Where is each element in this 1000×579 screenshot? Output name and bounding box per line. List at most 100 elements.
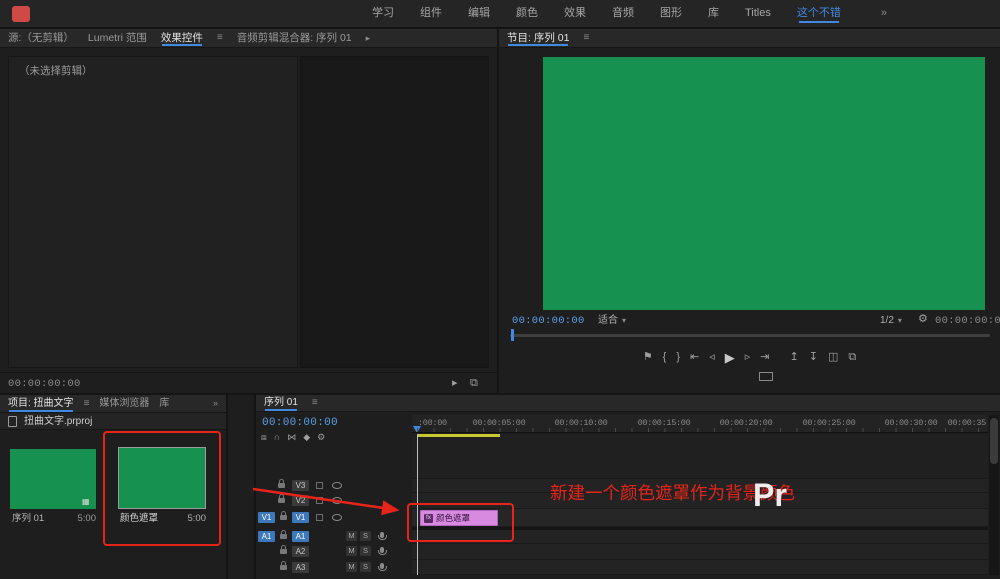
track-output-eye-icon[interactable] bbox=[332, 497, 342, 504]
project-item-sequence[interactable]: ▦ 序列 01 5:00 bbox=[10, 449, 96, 525]
export-frame-button[interactable]: ◫ bbox=[828, 351, 838, 364]
play-button[interactable]: ▶ bbox=[725, 350, 735, 366]
panel-menu-icon[interactable]: ≡ bbox=[583, 32, 589, 44]
step-back-button[interactable]: ◃ bbox=[709, 351, 715, 364]
source-patch-badge[interactable]: A1 bbox=[258, 531, 275, 542]
track-target-badge[interactable]: A3 bbox=[292, 562, 309, 573]
tab-project[interactable]: 项目: 扭曲文字 bbox=[8, 398, 74, 410]
workspace-tab[interactable]: 编辑 bbox=[468, 7, 490, 20]
track-target-badge[interactable]: A2 bbox=[292, 546, 309, 557]
go-to-out-button[interactable]: ⇥ bbox=[760, 351, 769, 364]
compare-view-icon[interactable]: ⧉ bbox=[470, 377, 478, 390]
transport-controls: ⚑ { } ⇤ ◃ ▶ ▹ ⇥ ↥ ↧ ◫ ⧉ bbox=[499, 347, 1000, 369]
playhead-caret-icon[interactable] bbox=[413, 426, 421, 433]
tab-sequence[interactable]: 序列 01 bbox=[264, 397, 298, 409]
timeline-scrollbar[interactable] bbox=[989, 415, 999, 575]
nest-toggle-icon[interactable]: ⧈ bbox=[261, 432, 267, 443]
lock-icon[interactable] bbox=[280, 549, 287, 554]
lift-button[interactable]: ↥ bbox=[790, 351, 799, 364]
add-marker-button[interactable]: ⚑ bbox=[643, 351, 653, 364]
mark-in-button[interactable]: { bbox=[663, 351, 667, 364]
monitor-settings-icon[interactable]: ⚙ bbox=[918, 313, 928, 326]
source-patch-badge[interactable]: V1 bbox=[258, 512, 275, 523]
program-current-timecode[interactable]: 00:00:00:00 bbox=[512, 315, 585, 328]
tools-panel: ➤ ⇥ ⇤ ✂ ↔ ✒ ✥ T bbox=[228, 395, 254, 579]
mute-button[interactable]: M bbox=[346, 562, 357, 572]
workspace-tab[interactable]: 效果 bbox=[564, 7, 586, 20]
go-to-in-button[interactable]: ⇤ bbox=[690, 351, 699, 364]
solo-button[interactable]: S bbox=[360, 531, 371, 541]
snap-magnet-icon[interactable]: ∩ bbox=[274, 432, 280, 443]
sync-lock-icon[interactable] bbox=[316, 482, 323, 489]
track-target-badge[interactable]: V1 bbox=[292, 512, 309, 523]
track-output-eye-icon[interactable] bbox=[332, 482, 342, 489]
mute-button[interactable]: M bbox=[346, 531, 357, 541]
panel-menu-icon[interactable]: ≡ bbox=[217, 32, 223, 44]
sync-lock-icon[interactable] bbox=[316, 497, 323, 504]
play-only-icon[interactable]: ▸ bbox=[452, 377, 458, 390]
add-marker-icon[interactable]: ◆ bbox=[303, 432, 310, 443]
panel-menu-icon[interactable]: ≡ bbox=[312, 397, 318, 409]
button-editor-grip-icon[interactable] bbox=[759, 372, 773, 381]
sync-lock-icon[interactable] bbox=[316, 514, 323, 521]
program-scrubber-bar[interactable] bbox=[510, 334, 990, 337]
lock-icon[interactable] bbox=[280, 565, 287, 570]
workspace-tab-active[interactable]: 这个不错 bbox=[797, 7, 841, 20]
track-target-badge[interactable]: A1 bbox=[292, 531, 309, 542]
solo-button[interactable]: S bbox=[360, 562, 371, 572]
workspace-tab[interactable]: 组件 bbox=[420, 7, 442, 20]
mic-record-icon[interactable] bbox=[380, 563, 384, 569]
track-lane-a3[interactable] bbox=[412, 560, 988, 575]
timeline-current-timecode[interactable]: 00:00:00:00 bbox=[262, 417, 338, 430]
panel-menu-icon[interactable]: ≡ bbox=[84, 398, 90, 410]
workspace-tab[interactable]: 库 bbox=[708, 7, 719, 20]
playback-resolution-dropdown[interactable]: 1/2 ▾ bbox=[880, 315, 902, 327]
lock-icon[interactable] bbox=[278, 498, 285, 503]
comparison-view-button[interactable]: ⧉ bbox=[848, 351, 856, 364]
project-bin-row[interactable]: 扭曲文字.prproj bbox=[0, 413, 226, 430]
program-monitor-panel: 节目: 序列 01 ≡ 00:00:00:00 适合 ▾ 1/2 ▾ ⚙ 00:… bbox=[499, 29, 1000, 393]
program-scrubber-playhead[interactable] bbox=[511, 329, 514, 341]
lock-icon[interactable] bbox=[280, 515, 287, 520]
mute-button[interactable]: M bbox=[346, 546, 357, 556]
lock-icon[interactable] bbox=[280, 534, 287, 539]
tab-libraries[interactable]: 库 bbox=[159, 398, 169, 410]
render-bar bbox=[417, 434, 500, 437]
workspace-tab[interactable]: Titles bbox=[745, 7, 771, 20]
chevron-down-icon: ▾ bbox=[622, 316, 626, 326]
premiere-window: 学习 组件 编辑 颜色 效果 音频 图形 库 Titles 这个不错 » 源:（… bbox=[0, 0, 1000, 579]
tab-media-browser[interactable]: 媒体浏览器 bbox=[99, 398, 149, 410]
extract-button[interactable]: ↧ bbox=[809, 351, 818, 364]
track-output-eye-icon[interactable] bbox=[332, 514, 342, 521]
tab-overflow-icon[interactable]: » bbox=[213, 398, 218, 409]
timeline-settings-icon[interactable]: ⚙ bbox=[317, 432, 325, 443]
track-target-badge[interactable]: V3 bbox=[292, 480, 309, 491]
workspace-tab[interactable]: 学习 bbox=[372, 7, 394, 20]
workspace-tab[interactable]: 颜色 bbox=[516, 7, 538, 20]
lock-icon[interactable] bbox=[278, 483, 285, 488]
scrollbar-thumb[interactable] bbox=[990, 418, 998, 464]
tab-effect-controls[interactable]: 效果控件 bbox=[161, 32, 203, 45]
program-monitor-tabbar: 节目: 序列 01 ≡ bbox=[499, 29, 1000, 48]
fit-dropdown[interactable]: 适合 ▾ bbox=[598, 315, 626, 327]
step-forward-button[interactable]: ▹ bbox=[745, 351, 751, 364]
mic-record-icon[interactable] bbox=[380, 532, 384, 538]
tab-audio-clip-mixer[interactable]: 音频剪辑混合器: 序列 01 bbox=[237, 32, 352, 45]
tab-program-monitor[interactable]: 节目: 序列 01 bbox=[507, 32, 569, 45]
tab-source-monitor[interactable]: 源:（无剪辑） bbox=[8, 32, 74, 45]
app-icon[interactable] bbox=[12, 6, 30, 22]
linked-selection-icon[interactable]: ⋈ bbox=[287, 432, 296, 443]
workspace-tab[interactable]: 音频 bbox=[612, 7, 634, 20]
mic-record-icon[interactable] bbox=[380, 547, 384, 553]
mark-out-button[interactable]: } bbox=[676, 351, 680, 364]
program-preview[interactable] bbox=[543, 57, 985, 310]
timeline-ruler[interactable]: :00:00 00:00:05:00 00:00:10:00 00:00:15:… bbox=[412, 415, 988, 433]
tab-lumetri-scopes[interactable]: Lumetri 范围 bbox=[88, 32, 147, 45]
workspace-overflow-button[interactable]: » bbox=[881, 7, 887, 20]
track-lane-a2[interactable] bbox=[412, 544, 988, 560]
workspace-tab[interactable]: 图形 bbox=[660, 7, 682, 20]
program-duration-timecode: 00:00:00:00 bbox=[935, 315, 1000, 328]
solo-button[interactable]: S bbox=[360, 546, 371, 556]
tab-overflow-chevron-icon[interactable]: ▸ bbox=[366, 33, 371, 44]
track-target-badge[interactable]: V2 bbox=[292, 495, 309, 506]
